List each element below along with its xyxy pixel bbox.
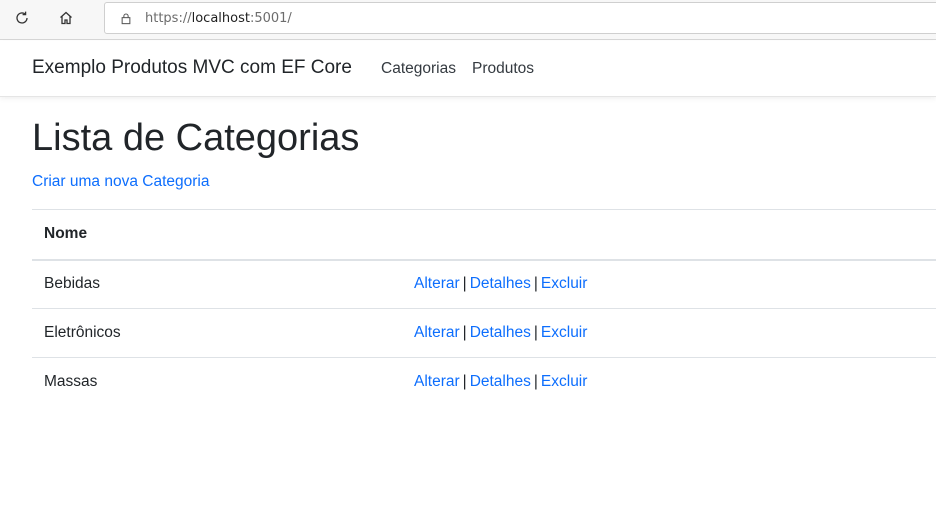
- table-row: Eletrônicos Alterar | Detalhes | Excluir: [32, 309, 936, 358]
- category-name: Eletrônicos: [44, 324, 121, 341]
- lock-icon: [119, 11, 133, 25]
- home-icon[interactable]: [50, 4, 82, 32]
- edit-link[interactable]: Alterar: [414, 275, 460, 292]
- nav-link-categorias[interactable]: Categorias: [381, 60, 456, 78]
- column-header-actions: [402, 210, 936, 260]
- action-separator: |: [533, 324, 538, 341]
- action-separator: |: [462, 275, 467, 293]
- table-row: Bebidas Alterar | Detalhes | Excluir: [32, 260, 936, 309]
- row-actions: Alterar | Detalhes | Excluir: [402, 309, 936, 358]
- reload-icon[interactable]: [6, 4, 38, 32]
- action-separator: |: [462, 373, 467, 391]
- column-header-nome: Nome: [44, 225, 88, 243]
- delete-link[interactable]: Excluir: [541, 324, 588, 341]
- action-separator: |: [462, 324, 467, 341]
- address-bar[interactable]: https://localhost:5001/: [104, 2, 936, 34]
- category-name: Massas: [44, 373, 98, 391]
- create-category-link[interactable]: Criar uma nova Categoria: [32, 173, 209, 191]
- table-header-row: Nome: [32, 209, 936, 260]
- category-name: Bebidas: [44, 275, 101, 293]
- app-navbar: Exemplo Produtos MVC com EF Core Categor…: [0, 41, 936, 97]
- delete-link[interactable]: Excluir: [541, 373, 588, 390]
- table-row: Massas Alterar | Detalhes | Excluir: [32, 358, 936, 407]
- browser-toolbar: https://localhost:5001/: [0, 0, 936, 40]
- edit-link[interactable]: Alterar: [414, 373, 460, 390]
- details-link[interactable]: Detalhes: [470, 324, 531, 341]
- categories-table: Nome Bebidas Alterar | Detalhes | Excluir El…: [32, 209, 936, 407]
- action-separator: |: [533, 275, 538, 293]
- page-title: Lista de Categorias: [32, 117, 360, 159]
- action-separator: |: [533, 373, 538, 391]
- details-link[interactable]: Detalhes: [470, 275, 531, 292]
- row-actions: Alterar | Detalhes | Excluir: [402, 260, 936, 309]
- edit-link[interactable]: Alterar: [414, 324, 460, 341]
- navbar-brand[interactable]: Exemplo Produtos MVC com EF Core: [32, 57, 352, 79]
- nav-link-produtos[interactable]: Produtos: [472, 60, 534, 78]
- row-actions: Alterar | Detalhes | Excluir: [402, 358, 936, 407]
- delete-link[interactable]: Excluir: [541, 275, 588, 292]
- url-text: https://localhost:5001/: [145, 10, 292, 26]
- details-link[interactable]: Detalhes: [470, 373, 531, 390]
